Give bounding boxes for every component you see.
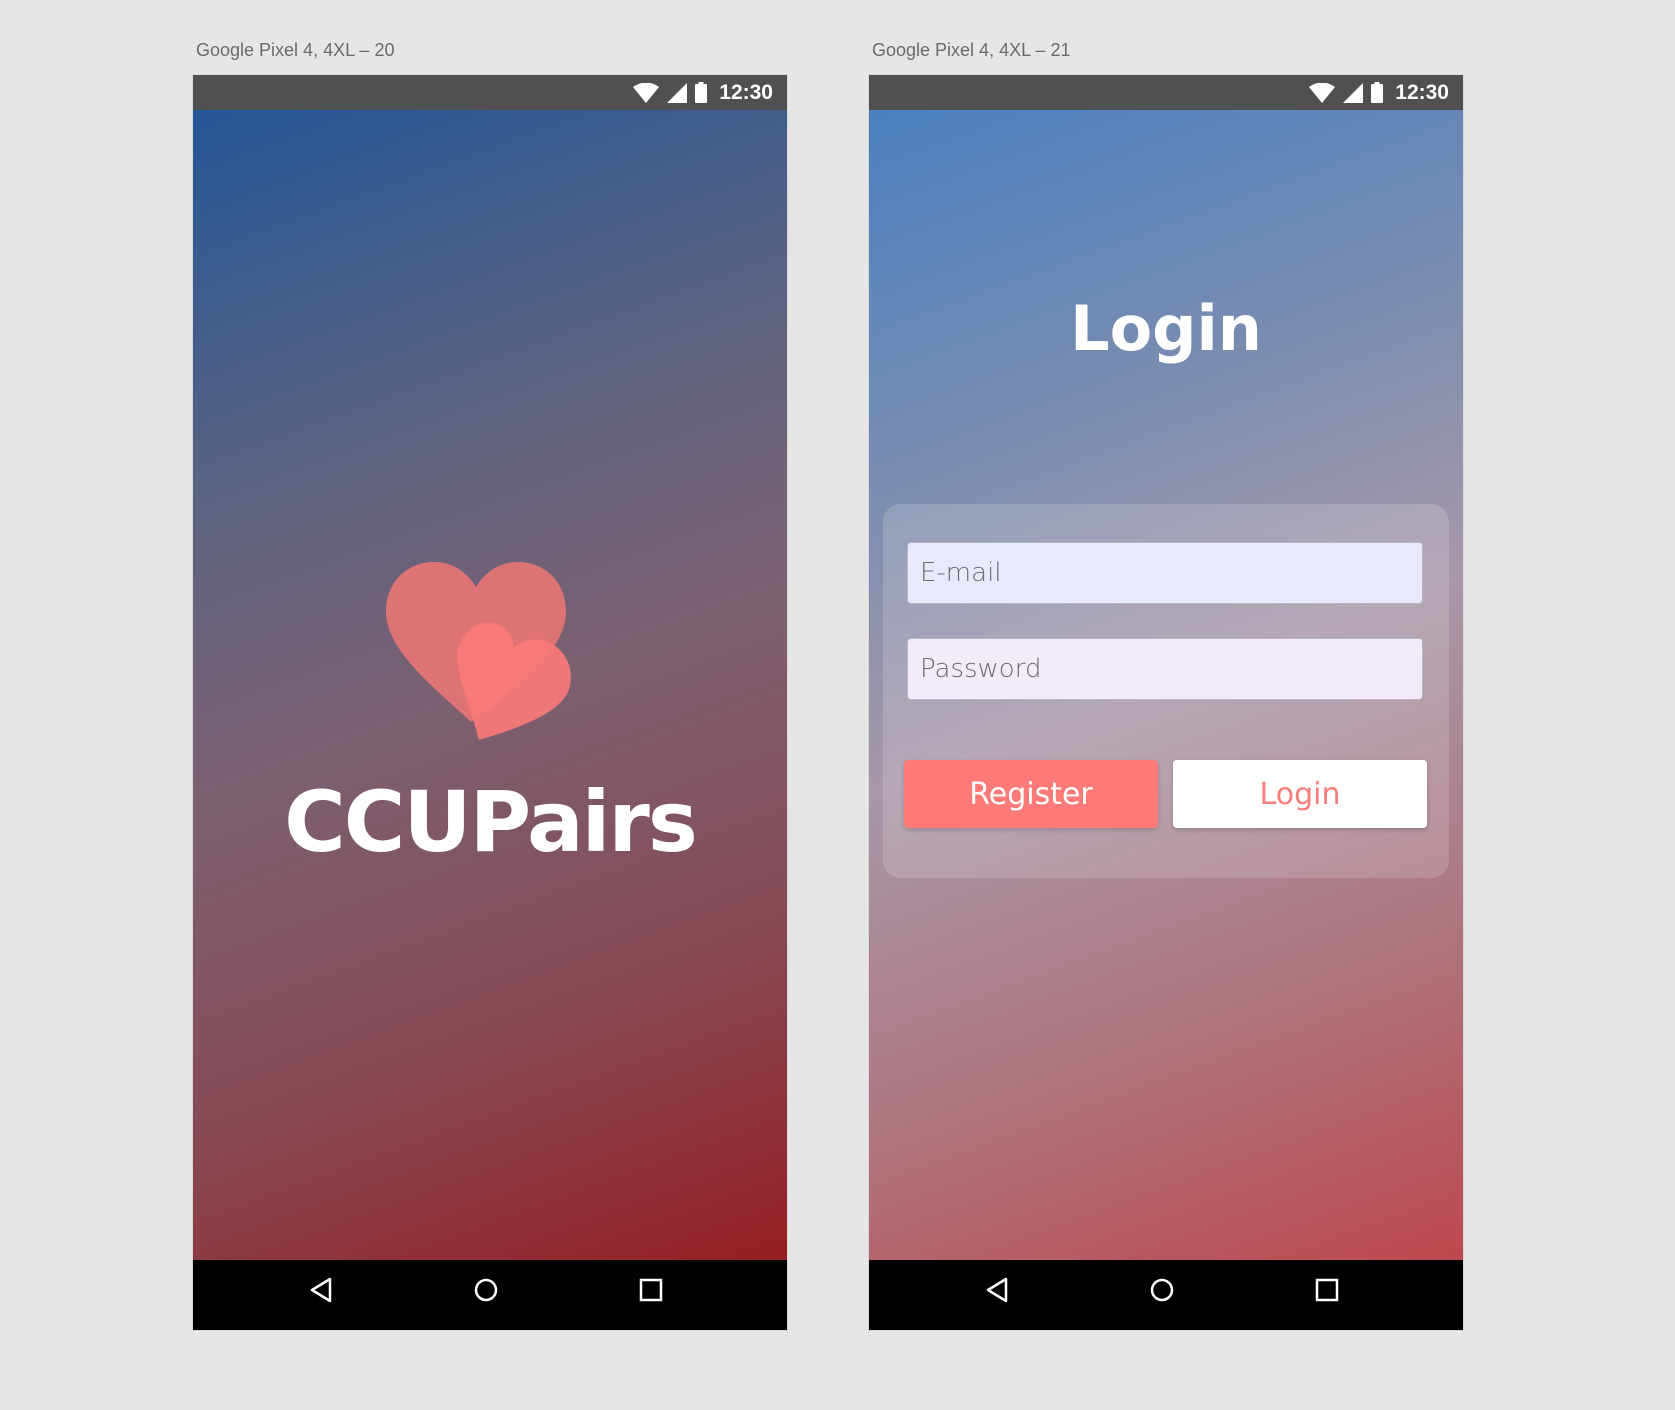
back-icon[interactable] (309, 1276, 333, 1304)
status-bar: 12:30 (869, 75, 1463, 110)
cell-signal-icon (1343, 82, 1364, 103)
nav-bar (869, 1260, 1463, 1330)
hearts-logo-icon (376, 550, 596, 750)
battery-icon (1371, 82, 1384, 103)
battery-icon (695, 82, 708, 103)
login-screen: Login Register Login (869, 110, 1463, 1260)
artboard-label-login: Google Pixel 4, 4XL – 21 (872, 40, 1071, 60)
status-bar: 12:30 (193, 75, 787, 110)
status-time: 12:30 (1395, 80, 1449, 104)
recents-icon[interactable] (1315, 1276, 1339, 1304)
status-time: 12:30 (719, 80, 773, 104)
password-field[interactable] (907, 638, 1423, 700)
home-icon[interactable] (473, 1276, 499, 1304)
login-title: Login (1070, 292, 1262, 365)
wifi-icon (1309, 82, 1336, 103)
splash-screen: CCUPairs (193, 110, 787, 1260)
login-button[interactable]: Login (1173, 760, 1427, 828)
cell-signal-icon (667, 82, 688, 103)
home-icon[interactable] (1149, 1276, 1175, 1304)
register-button[interactable]: Register (904, 760, 1158, 828)
splash-phone-frame: 12:30 CCUPairs (193, 75, 787, 1330)
nav-bar (193, 1260, 787, 1330)
login-phone-frame: 12:30 Login Register Login (869, 75, 1463, 1330)
brand-name: CCUPairs (284, 773, 698, 871)
back-icon[interactable] (985, 1276, 1009, 1304)
wifi-icon (633, 82, 660, 103)
recents-icon[interactable] (639, 1276, 663, 1304)
email-field[interactable] (907, 542, 1423, 604)
login-form-card: Register Login (883, 504, 1449, 878)
artboard-label-splash: Google Pixel 4, 4XL – 20 (196, 40, 395, 60)
